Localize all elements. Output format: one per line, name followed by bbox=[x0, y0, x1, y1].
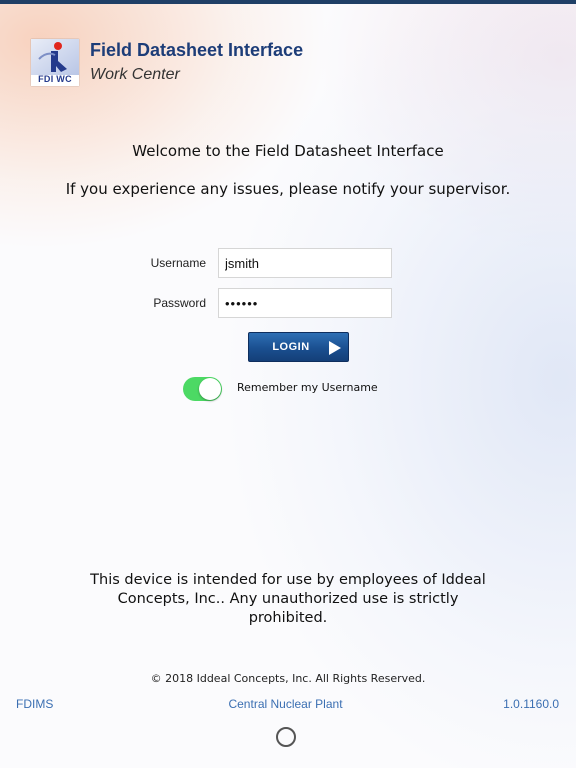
footer-version: 1.0.1160.0 bbox=[503, 697, 559, 711]
play-icon bbox=[329, 341, 341, 355]
app-subtitle: Work Center bbox=[90, 66, 180, 83]
password-input[interactable] bbox=[218, 288, 392, 318]
home-button-icon[interactable] bbox=[276, 727, 296, 747]
fdiwc-logo: FDI WC bbox=[31, 39, 79, 86]
login-button[interactable]: LOGIN bbox=[248, 332, 349, 362]
username-label: Username bbox=[150, 256, 206, 270]
login-button-label: LOGIN bbox=[272, 341, 310, 353]
logo-text: FDI WC bbox=[38, 74, 72, 84]
footer-site-name: Central Nuclear Plant bbox=[228, 697, 343, 711]
remember-username-label: Remember my Username bbox=[237, 381, 378, 394]
toggle-knob bbox=[199, 378, 221, 400]
usage-disclaimer: This device is intended for use by emplo… bbox=[90, 572, 486, 626]
top-rule bbox=[0, 0, 576, 4]
username-input[interactable] bbox=[218, 248, 392, 278]
password-label: Password bbox=[153, 296, 206, 310]
support-notice: If you experience any issues, please not… bbox=[65, 180, 511, 198]
app-title: Field Datasheet Interface bbox=[90, 40, 304, 60]
welcome-message: Welcome to the Field Datasheet Interface bbox=[132, 142, 444, 160]
copyright-notice: © 2018 Iddeal Concepts, Inc. All Rights … bbox=[150, 672, 426, 685]
remember-username-toggle[interactable] bbox=[183, 377, 222, 401]
